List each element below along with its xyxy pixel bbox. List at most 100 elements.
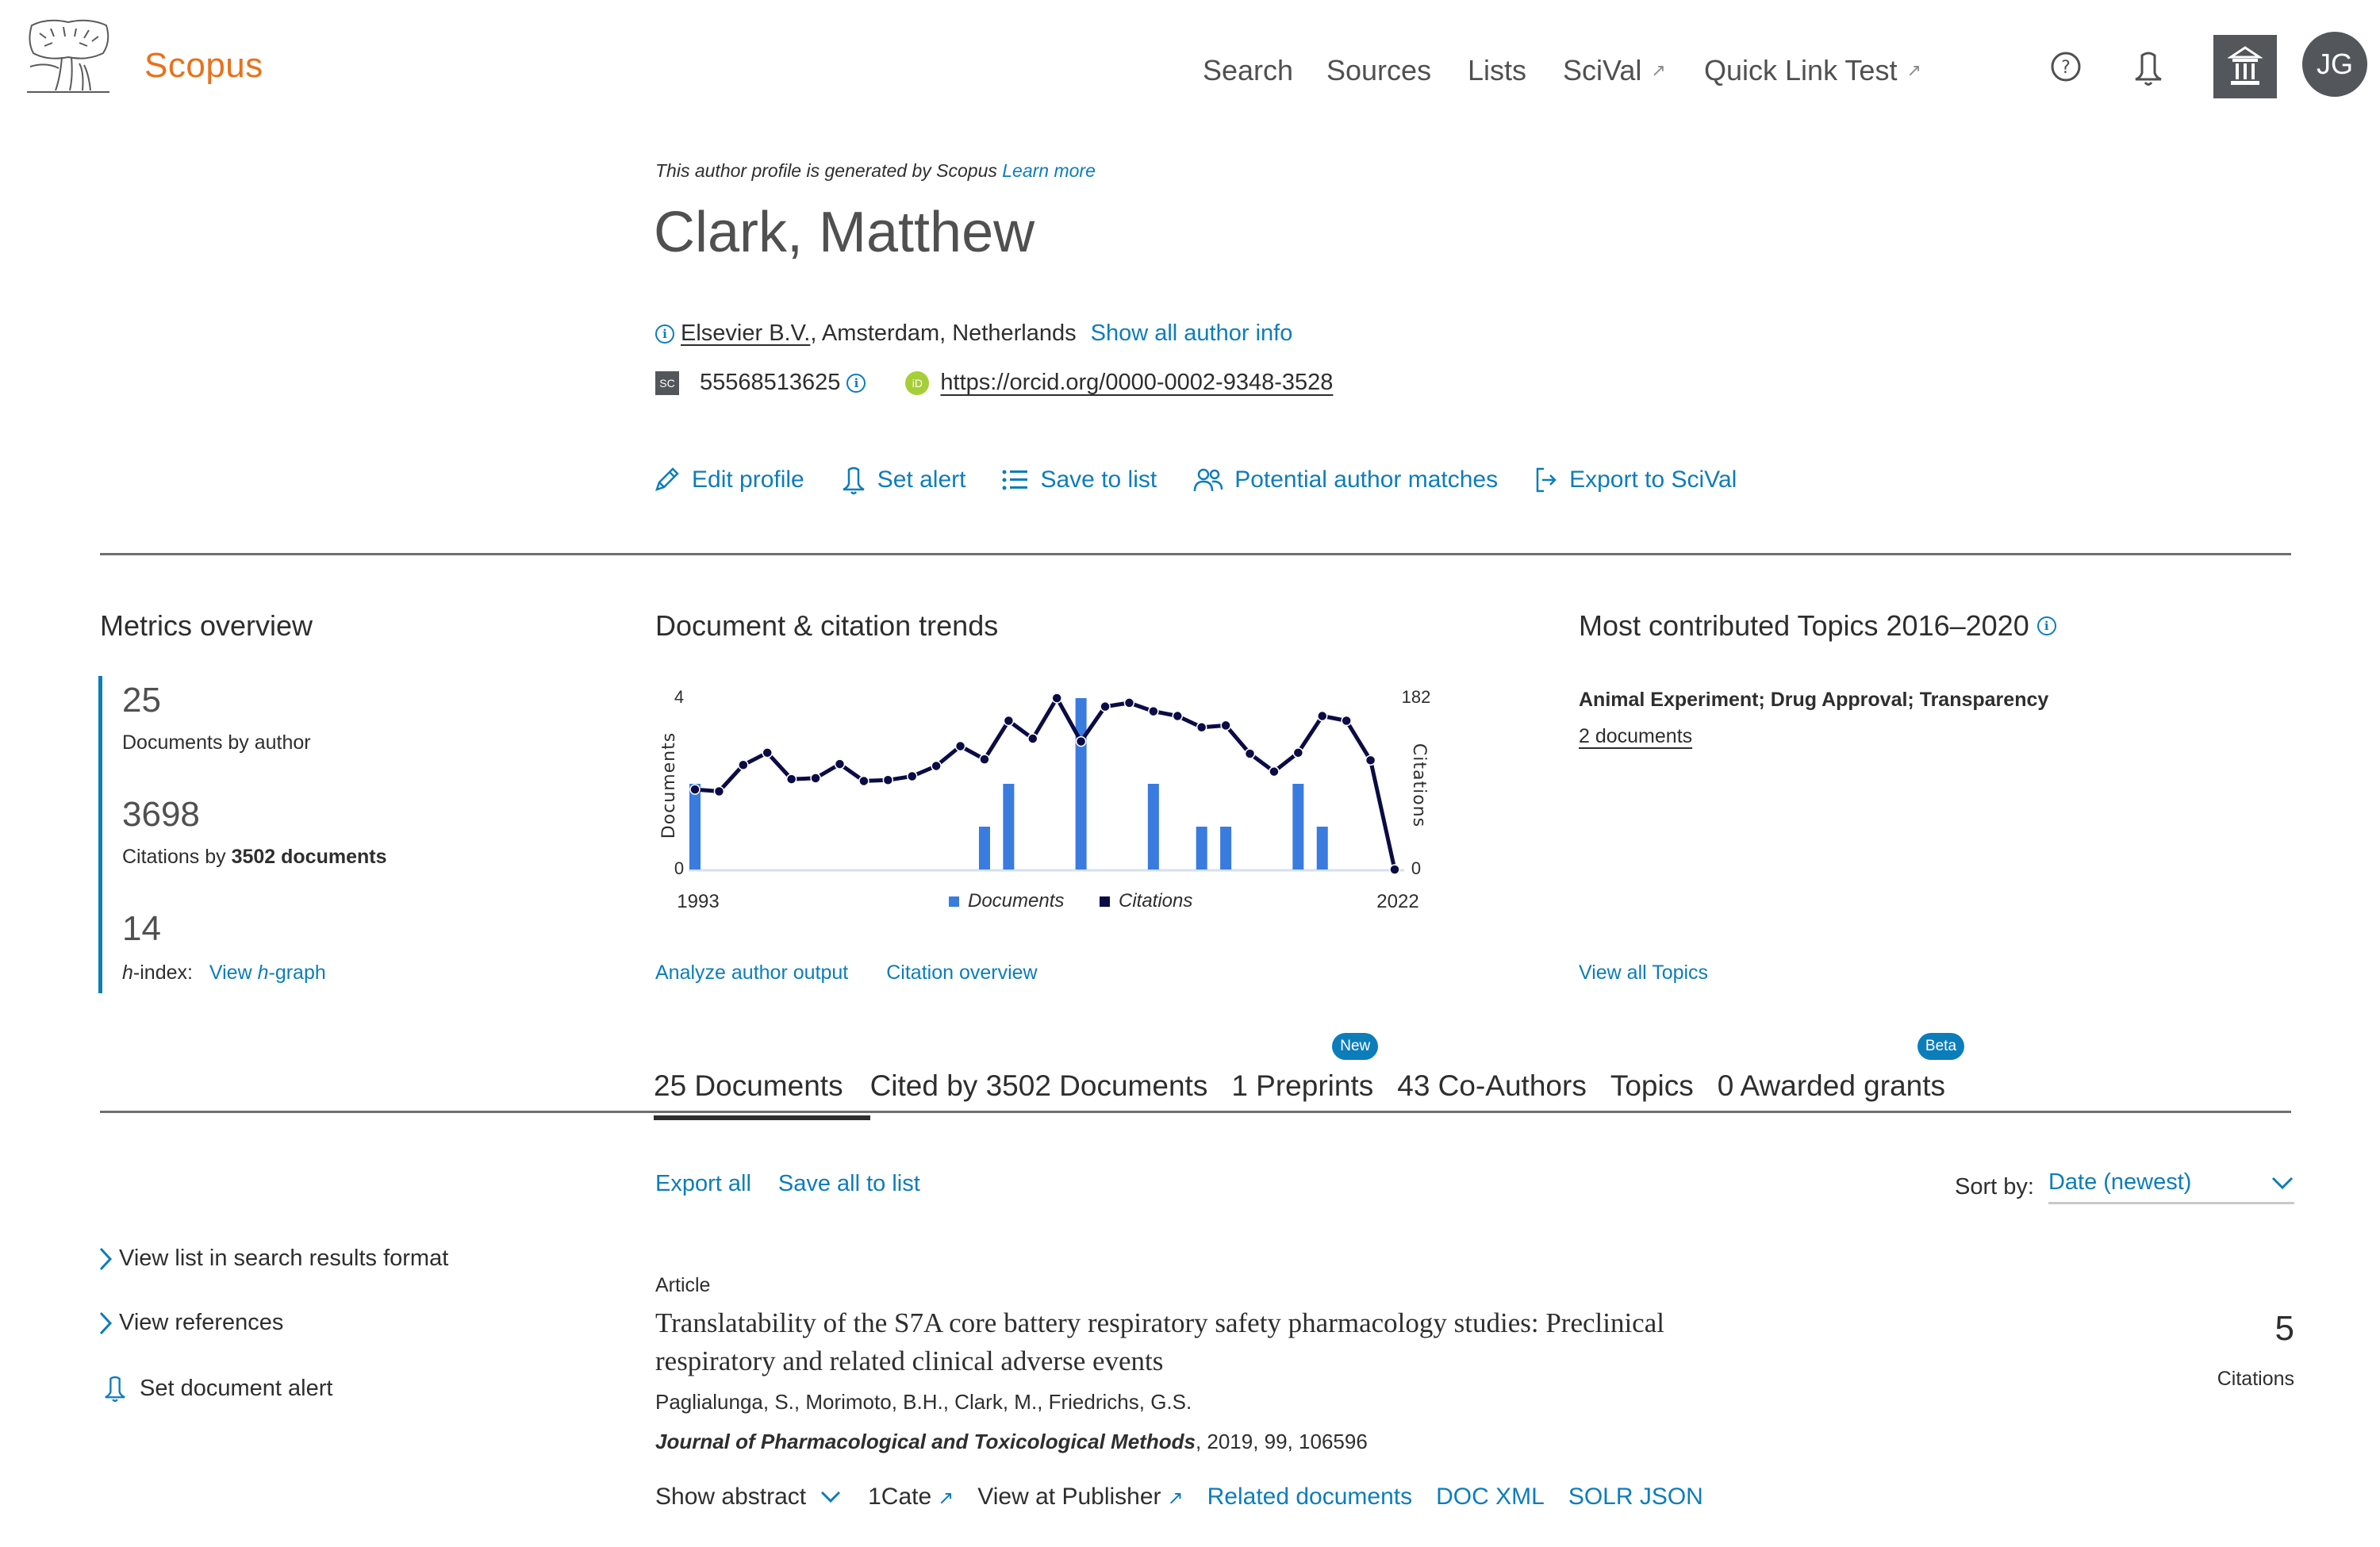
documents-bar-2019[interactable]	[1316, 827, 1328, 869]
document-citation-trends-chart[interactable]: 4 0 182 0 Documents Citations 1993 2022 …	[651, 674, 1444, 928]
citations-point-2008[interactable]	[1051, 693, 1062, 704]
save-all-to-list-link[interactable]: Save all to list	[778, 1171, 920, 1197]
citations-point-1997[interactable]	[785, 774, 797, 785]
citations-point-1994[interactable]	[713, 785, 725, 797]
save-to-list-button[interactable]: Save to list	[1002, 465, 1157, 495]
external-link-icon: ↗	[938, 1488, 954, 1509]
documents-bar-2006[interactable]	[1003, 784, 1015, 869]
tab-cited-by[interactable]: Cited by 3502 Documents	[870, 1069, 1208, 1109]
scopus-brand[interactable]: Scopus	[144, 46, 263, 86]
citations-point-2007[interactable]	[1027, 733, 1038, 744]
institution-button[interactable]	[2213, 35, 2277, 98]
view-h-graph-link[interactable]: View h-graph	[209, 962, 326, 984]
svg-text:?: ?	[2061, 58, 2071, 78]
legend-documents-label: Documents	[968, 890, 1064, 912]
tab-label: Topics	[1610, 1069, 1694, 1102]
citations-point-2001[interactable]	[882, 774, 894, 786]
potential-author-matches-button[interactable]: Potential author matches	[1193, 465, 1498, 495]
nav-search[interactable]: Search	[1203, 54, 1293, 87]
citations-point-2004[interactable]	[954, 740, 966, 752]
view-references-link[interactable]: View references	[98, 1310, 448, 1336]
document-source: Journal of Pharmacological and Toxicolog…	[655, 1430, 1368, 1454]
show-abstract-label: Show abstract	[655, 1484, 807, 1510]
documents-bar-2005[interactable]	[978, 827, 990, 869]
elsevier-tree-logo[interactable]	[24, 17, 113, 97]
citations-point-1999[interactable]	[834, 758, 846, 770]
trends-title: Document & citation trends	[655, 609, 999, 642]
citations-point-2014[interactable]	[1196, 722, 1207, 733]
nav-sources[interactable]: Sources	[1326, 54, 1431, 87]
citations-point-2020[interactable]	[1341, 715, 1352, 727]
tab-topics[interactable]: Topics	[1610, 1069, 1694, 1109]
affiliation-org-link[interactable]: Elsevier B.V.	[681, 321, 810, 346]
learn-more-link[interactable]: Learn more	[1002, 160, 1096, 181]
citations-point-2000[interactable]	[858, 775, 869, 787]
user-avatar[interactable]: JG	[2302, 32, 2367, 97]
documents-bar-2018[interactable]	[1292, 784, 1304, 869]
related-documents-link[interactable]: Related documents	[1207, 1484, 1413, 1511]
show-abstract-toggle[interactable]: Show abstract	[655, 1484, 841, 1511]
info-icon[interactable]: i	[2036, 616, 2056, 635]
citations-point-2006[interactable]	[1003, 715, 1015, 727]
tab-awarded-grants[interactable]: 0 Awarded grants Beta	[1718, 1033, 1965, 1109]
citations-point-2018[interactable]	[1292, 747, 1304, 758]
citations-point-2005[interactable]	[979, 754, 990, 765]
citations-point-2003[interactable]	[931, 760, 942, 772]
citations-point-2021[interactable]	[1365, 754, 1376, 766]
view-all-topics-link[interactable]: View all Topics	[1579, 962, 1708, 985]
users-icon	[1193, 468, 1223, 492]
tab-preprints[interactable]: 1 Preprints New	[1231, 1033, 1379, 1109]
citations-point-2022[interactable]	[1389, 864, 1400, 875]
nav-quick-link-test[interactable]: Quick Link Test ↗	[1704, 54, 1921, 87]
chevron-down-icon	[2271, 1177, 2293, 1189]
nav-scival[interactable]: SciVal ↗	[1563, 54, 1666, 87]
tab-documents[interactable]: 25 Documents	[654, 1069, 870, 1120]
citations-point-2009[interactable]	[1075, 735, 1087, 747]
nav-label: Sources	[1326, 54, 1432, 86]
help-button[interactable]: ?	[2050, 51, 2082, 83]
document-title-link[interactable]: Translatability of the S7A core battery …	[655, 1304, 1766, 1380]
citation-overview-link[interactable]: Citation overview	[886, 962, 1037, 985]
icate-link[interactable]: 1Cate ↗	[868, 1484, 954, 1511]
citations-point-1993[interactable]	[689, 784, 701, 795]
topic-documents-link[interactable]: 2 documents	[1579, 725, 1692, 748]
nav-lists[interactable]: Lists	[1468, 54, 1526, 87]
info-icon[interactable]: i	[846, 373, 866, 393]
info-icon[interactable]: i	[655, 324, 674, 344]
citations-point-2012[interactable]	[1148, 705, 1159, 717]
sort-select[interactable]: Date (newest)	[2048, 1169, 2294, 1204]
citations-point-2015[interactable]	[1220, 720, 1231, 731]
citations-point-2017[interactable]	[1269, 766, 1280, 777]
edit-profile-button[interactable]: Edit profile	[652, 465, 804, 495]
orcid-link[interactable]: https://orcid.org/0000-0002-9348-3528	[940, 370, 1333, 396]
analyze-author-output-link[interactable]: Analyze author output	[655, 962, 848, 985]
set-alert-button[interactable]: Set alert	[841, 465, 965, 495]
documents-bar-1993[interactable]	[689, 784, 701, 869]
citations-point-2013[interactable]	[1172, 710, 1184, 722]
citations-point-1998[interactable]	[810, 773, 821, 784]
export-to-scival-button[interactable]: Export to SciVal	[1534, 465, 1737, 495]
doc-xml-link[interactable]: DOC XML	[1436, 1484, 1545, 1511]
documents-bar-2012[interactable]	[1147, 784, 1159, 869]
topic-name: Animal Experiment; Drug Approval; Transp…	[1579, 689, 2049, 711]
documents-bar-2009[interactable]	[1075, 698, 1087, 869]
documents-bar-2015[interactable]	[1220, 827, 1232, 869]
solr-json-link[interactable]: SOLR JSON	[1568, 1484, 1703, 1511]
documents-bar-2014[interactable]	[1196, 827, 1207, 869]
tab-co-authors[interactable]: 43 Co-Authors	[1397, 1069, 1587, 1109]
set-document-alert-link[interactable]: Set document alert	[103, 1374, 448, 1403]
citations-point-1995[interactable]	[738, 759, 749, 771]
citations-point-1996[interactable]	[762, 747, 773, 758]
export-all-link[interactable]: Export all	[655, 1171, 751, 1197]
orcid-icon: iD	[905, 370, 930, 395]
citations-point-2002[interactable]	[906, 770, 918, 782]
show-all-author-info-link[interactable]: Show all author info	[1091, 321, 1293, 347]
y-left-tick-max: 4	[674, 687, 684, 707]
citations-point-2016[interactable]	[1244, 748, 1256, 759]
view-search-results-format-link[interactable]: View list in search results format	[98, 1246, 448, 1272]
citations-point-2019[interactable]	[1317, 710, 1328, 722]
notifications-button[interactable]	[2132, 49, 2164, 87]
citations-point-2011[interactable]	[1123, 697, 1135, 708]
citations-point-2010[interactable]	[1100, 701, 1111, 712]
view-at-publisher-link[interactable]: View at Publisher ↗	[977, 1484, 1183, 1511]
